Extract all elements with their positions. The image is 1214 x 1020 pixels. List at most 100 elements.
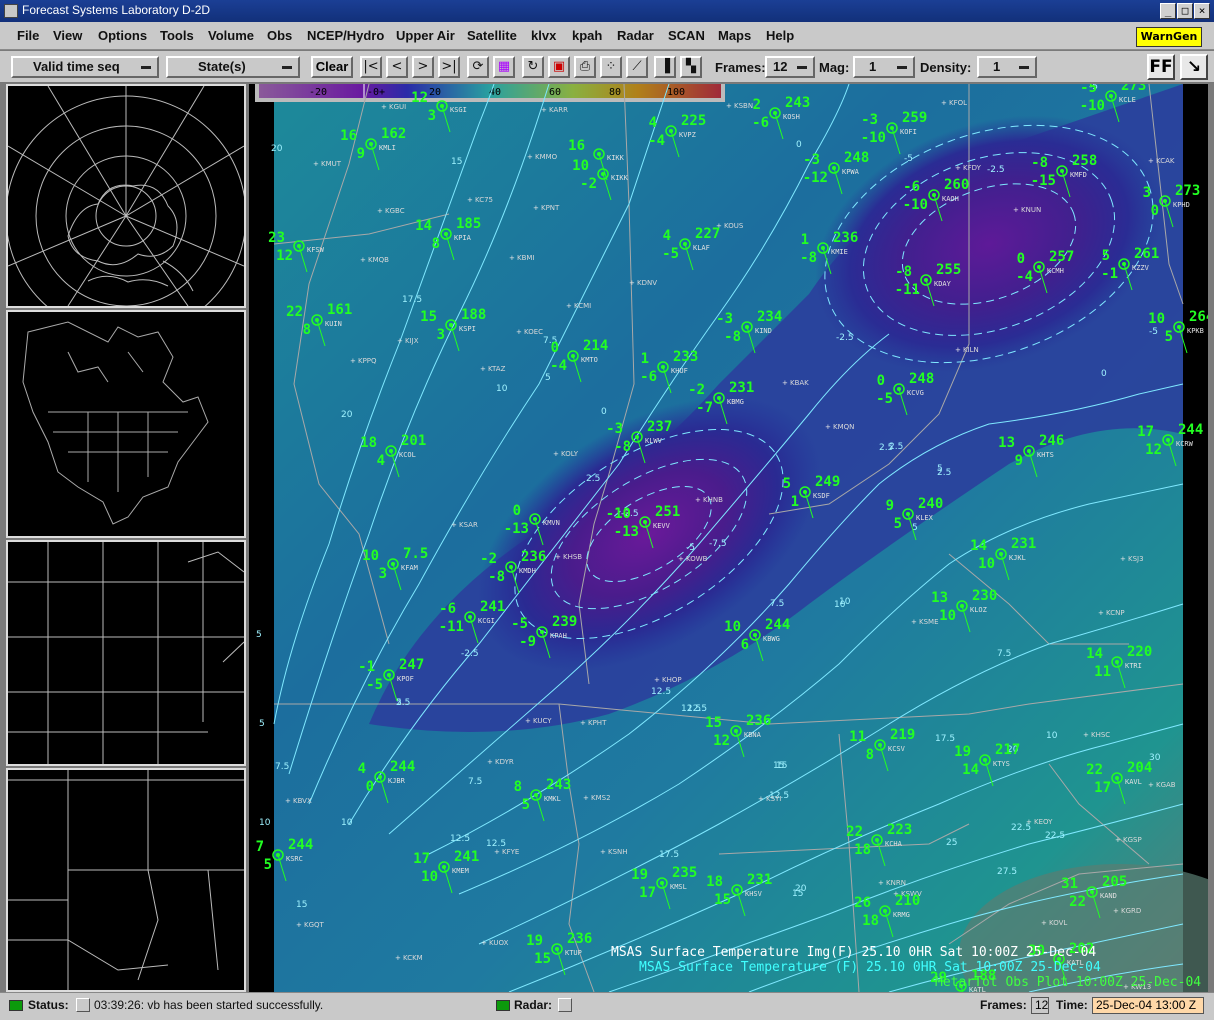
place-marker: + xyxy=(553,450,559,458)
refresh-button[interactable]: ↻ xyxy=(522,56,544,78)
baseline-button[interactable]: ⟋ xyxy=(626,56,648,78)
contour-label: 20 xyxy=(341,410,353,420)
menu-satellite[interactable]: Satellite xyxy=(467,28,517,43)
contour-label: 20 xyxy=(271,144,283,154)
station-temp: 2 xyxy=(753,97,761,113)
menu-kpah[interactable]: kpah xyxy=(572,28,602,43)
colorbar-label: -0+ xyxy=(367,87,385,98)
station-id: KAOH xyxy=(942,195,959,203)
station-id: KLAF xyxy=(693,244,710,252)
place-name: KHNB xyxy=(703,496,723,504)
pane-north-america[interactable] xyxy=(6,310,246,538)
contour-label: 10 xyxy=(1046,731,1058,741)
frames-dropdown[interactable]: 12 xyxy=(765,56,815,78)
station-dewpoint: 11 xyxy=(1094,664,1111,680)
radar-status-button[interactable] xyxy=(558,998,572,1012)
polar-map xyxy=(5,85,247,337)
print-button[interactable]: ⎙ xyxy=(574,56,596,78)
station-dewpoint: 18 xyxy=(854,842,871,858)
points-icon: ⁘ xyxy=(605,59,617,74)
station-pressure: 244 xyxy=(390,759,415,775)
menu-scan[interactable]: SCAN xyxy=(668,28,705,43)
station-dewpoint: 0 xyxy=(1151,203,1159,219)
place-name: KGSP xyxy=(1123,836,1142,844)
station-pressure: 241 xyxy=(454,849,479,865)
station-dewpoint: 0 xyxy=(366,779,374,795)
place-marker: + xyxy=(494,848,500,856)
station-temp: -2 xyxy=(480,551,497,567)
station-id: KAVL xyxy=(1125,778,1142,786)
image-props-button[interactable]: ▦ xyxy=(493,56,515,78)
minimize-button[interactable]: _ xyxy=(1160,3,1176,19)
station-id: KMVN xyxy=(543,519,560,527)
station-temp: -3 xyxy=(716,311,733,327)
image-combine-button[interactable]: ▣ xyxy=(548,56,570,78)
last-frame-button[interactable]: >| xyxy=(438,56,460,78)
menu-volume[interactable]: Volume xyxy=(208,28,254,43)
station-dewpoint: -8 xyxy=(800,250,817,266)
place-marker: + xyxy=(1148,781,1154,789)
maximize-button[interactable]: □ xyxy=(1177,3,1193,19)
valid-time-dropdown[interactable]: Valid time seq xyxy=(11,56,159,78)
menu-tools[interactable]: Tools xyxy=(160,28,194,43)
station-pressure: 243 xyxy=(546,777,571,793)
window-title: Forecast Systems Laboratory D-2D xyxy=(22,3,211,17)
cursor-mode-button[interactable]: ↘ xyxy=(1180,54,1208,80)
temperature-map[interactable]: -20 -0+ 20 40 60 80 100 201517.520107.55… xyxy=(249,84,1208,992)
place-name: KOWB xyxy=(686,555,708,563)
station-dewpoint: -8 xyxy=(614,439,631,455)
density-dropdown[interactable]: 1 xyxy=(977,56,1037,78)
place-marker: + xyxy=(296,921,302,929)
next-frame-button[interactable]: > xyxy=(412,56,434,78)
station-id: KTYS xyxy=(993,760,1010,768)
menu-options[interactable]: Options xyxy=(98,28,147,43)
station-pressure: 225 xyxy=(681,113,706,129)
station-pressure: 264 xyxy=(1189,309,1208,325)
ff-button[interactable]: FF xyxy=(1147,54,1175,80)
prev-frame-button[interactable]: < xyxy=(386,56,408,78)
station-dewpoint: 5 xyxy=(522,797,530,813)
station-dewpoint: -8 xyxy=(724,329,741,345)
pane-northern-hemisphere[interactable] xyxy=(5,84,247,337)
menu-upper-air[interactable]: Upper Air xyxy=(396,28,455,43)
menu-obs[interactable]: Obs xyxy=(267,28,292,43)
contour-label: 2.5 xyxy=(586,474,600,484)
baseline-icon: ⟋ xyxy=(632,59,642,74)
mag-dropdown[interactable]: 1 xyxy=(853,56,915,78)
four-pane-button[interactable]: ▚ xyxy=(680,56,702,78)
menu-view[interactable]: View xyxy=(53,28,82,43)
radar-indicator-icon xyxy=(496,1000,510,1011)
station-id: KLEX xyxy=(916,514,934,522)
contour-label: -5 xyxy=(904,154,913,164)
menu-radar[interactable]: Radar xyxy=(617,28,654,43)
station-pressure: 235 xyxy=(672,865,697,881)
station-dewpoint: -7 xyxy=(696,400,713,416)
place-marker: + xyxy=(533,204,539,212)
main-map-pane[interactable]: -20 -0+ 20 40 60 80 100 20 15 17.5 20 10… xyxy=(249,84,1208,992)
menu-maps[interactable]: Maps xyxy=(718,28,751,43)
menu-ncep-hydro[interactable]: NCEP/Hydro xyxy=(307,28,384,43)
single-pane-button[interactable]: ▐ xyxy=(654,56,676,78)
clear-button[interactable]: Clear xyxy=(311,56,353,78)
place-marker: + xyxy=(381,103,387,111)
warngen-button[interactable]: WarnGen xyxy=(1136,27,1202,47)
first-frame-button[interactable]: |< xyxy=(360,56,382,78)
place-marker: + xyxy=(516,328,522,336)
pane-eastern-us[interactable] xyxy=(6,540,246,766)
place-marker: + xyxy=(629,279,635,287)
station-temp: 13 xyxy=(998,435,1015,451)
menu-help[interactable]: Help xyxy=(766,28,794,43)
points-button[interactable]: ⁘ xyxy=(600,56,622,78)
place-name: KSBN xyxy=(734,102,753,110)
valid-time-label: Valid time seq xyxy=(33,59,120,74)
loop-button[interactable]: ⟳ xyxy=(467,56,489,78)
station-id: KHUF xyxy=(671,367,688,375)
menu-file[interactable]: File xyxy=(17,28,39,43)
status-history-button[interactable] xyxy=(76,998,90,1012)
place-name: KMQB xyxy=(368,256,389,264)
pane-regional[interactable] xyxy=(6,768,246,992)
station-id: KMEM xyxy=(452,867,469,875)
states-dropdown[interactable]: State(s) xyxy=(166,56,300,78)
menu-klvx[interactable]: klvx xyxy=(531,28,556,43)
close-button[interactable]: × xyxy=(1194,3,1210,19)
